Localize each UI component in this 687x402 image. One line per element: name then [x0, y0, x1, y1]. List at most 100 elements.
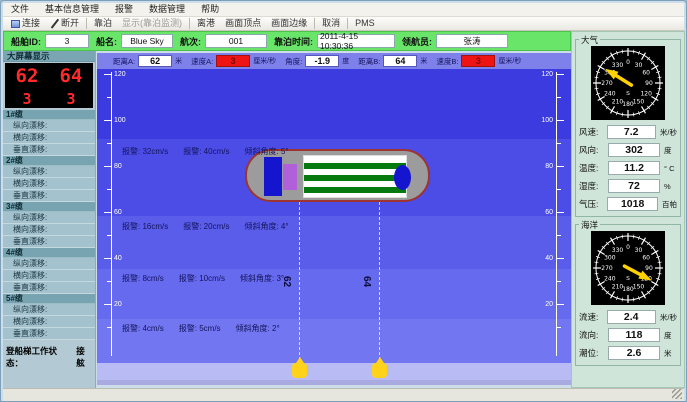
env-group-title: 海洋: [579, 219, 600, 231]
toolbar-separator: [189, 18, 190, 29]
cable-header-5: 5#缆: [3, 294, 95, 304]
env-field-value-box[interactable]: 1018: [607, 197, 658, 211]
readout-value-box[interactable]: 3: [461, 55, 495, 67]
env-field-value-box[interactable]: 7.2: [607, 125, 656, 139]
env-group-title: 大气: [579, 34, 600, 46]
toolbar-button-4[interactable]: 离港: [192, 17, 220, 30]
env-field-0-4: 气压:1018百帕: [576, 195, 680, 213]
info-field-value-box[interactable]: 张涛: [436, 34, 508, 48]
svg-text:150: 150: [633, 283, 645, 290]
info-field-3: 靠泊时间: 2011-4-15 10:30:36: [274, 34, 395, 48]
scale-tick: [557, 74, 564, 75]
svg-text:150: 150: [633, 98, 645, 105]
svg-text:210: 210: [612, 283, 624, 290]
toolbar-button-3: 显示(靠泊监测): [117, 17, 187, 30]
display-distance-a: 62: [16, 65, 39, 87]
readout-value-box[interactable]: -1.9: [305, 55, 339, 67]
cable-drift-row: 横向漂移:: [3, 178, 95, 190]
scale-tick: [104, 120, 111, 121]
env-field-value-box[interactable]: 2.4: [607, 310, 656, 324]
svg-text:330: 330: [612, 247, 624, 254]
resize-grip[interactable]: [672, 389, 682, 399]
alarm-tilt-angle: 倾斜角度: 3°: [240, 273, 284, 284]
scale-tick: [557, 120, 564, 121]
gangway-status: 登船梯工作状态： 接舷: [3, 343, 95, 371]
readout-unit: 度: [342, 56, 349, 66]
env-field-1-1: 流向:118 度: [576, 326, 680, 344]
scale-tick-minor: [107, 189, 111, 190]
env-field-1-2: 潮位:2.6米: [576, 344, 680, 362]
env-field-unit: 米: [664, 348, 672, 359]
alarm-speed-a: 报警: 16cm/s: [122, 221, 168, 232]
readout-label: 距离B:: [358, 56, 380, 67]
scale-tick-minor: [557, 235, 561, 236]
cable-drift-row: 垂直漂移:: [3, 144, 95, 156]
mooring-distance-label: 64: [361, 276, 372, 287]
scale-tick-minor: [557, 281, 561, 282]
scale-label: 80: [114, 163, 122, 171]
cable-header-3: 3#缆: [3, 202, 95, 212]
big-screen-display: 62 64 3 3: [5, 63, 93, 108]
env-field-value-box[interactable]: 302: [608, 143, 660, 157]
env-field-unit: 度: [664, 330, 672, 341]
info-field-label: 靠泊时间:: [274, 35, 313, 48]
svg-text:240: 240: [604, 276, 616, 283]
toolbar-button-label: 离港: [197, 17, 215, 30]
alarm-threshold-line-3: 报警: 4cm/s报警: 5cm/s倾斜角度: 2°: [122, 323, 280, 334]
readout-value-box[interactable]: 64: [383, 55, 417, 67]
readout-value-box[interactable]: 3: [216, 55, 250, 67]
scale-tick: [104, 166, 111, 167]
info-field-value-box[interactable]: Blue Sky: [121, 34, 173, 48]
env-field-label: 流向:: [579, 329, 606, 341]
readout-label: 距离A:: [113, 56, 135, 67]
toolbar-button-6[interactable]: 画面边缘: [266, 17, 312, 30]
scale-label: 120: [538, 71, 553, 79]
toolbar-button-7[interactable]: 取消: [317, 17, 345, 30]
scale-tick-minor: [107, 143, 111, 144]
alarm-speed-b: 报警: 10cm/s: [179, 273, 225, 284]
readout-value-box[interactable]: 62: [138, 55, 172, 67]
readout-label: 速度A:: [191, 56, 213, 67]
env-field-label: 流速:: [579, 311, 605, 323]
alarm-tilt-angle: 倾斜角度: 5°: [244, 146, 288, 157]
menu-item-0[interactable]: 文件: [3, 3, 37, 16]
readout-label: 角度:: [285, 56, 302, 67]
readout-field-2: 角度:-1.9度: [285, 55, 349, 67]
toolbar-button-0[interactable]: 连接: [6, 17, 45, 30]
env-field-unit: 米/秒: [660, 312, 677, 323]
menu-item-4[interactable]: 帮助: [193, 3, 227, 16]
readout-unit: 米: [175, 56, 182, 66]
env-field-value-box[interactable]: 72: [608, 179, 660, 193]
scale-label: 100: [538, 117, 553, 125]
toolbar-button-5[interactable]: 画面顶点: [220, 17, 266, 30]
env-field-value-box[interactable]: 118: [608, 328, 660, 342]
toolbar-button-label: 画面边缘: [271, 17, 307, 30]
info-field-value-box[interactable]: 001: [205, 34, 267, 48]
svg-text:60: 60: [642, 70, 650, 77]
environment-panel: 大气0306090120150180210240270300330S风速:7.2…: [571, 31, 685, 388]
cable-drift-row: 垂直漂移:: [3, 328, 95, 340]
svg-text:90: 90: [645, 80, 653, 87]
menu-item-2[interactable]: 报警: [107, 3, 141, 16]
ship-cargo-deck: [303, 155, 407, 198]
left-panel: 大屏幕显示 62 64 3 3 1#缆纵向漂移:横向漂移:垂直漂移:2#缆纵向漂…: [3, 51, 96, 388]
scale-label: 120: [114, 71, 126, 79]
big-screen-display-header: 大屏幕显示: [3, 51, 95, 62]
env-field-value-box[interactable]: 2.6: [608, 346, 660, 360]
scale-tick: [557, 166, 564, 167]
svg-text:330: 330: [612, 62, 624, 69]
display-distance-b: 64: [60, 65, 83, 87]
menu-item-1[interactable]: 基本信息管理: [37, 3, 107, 16]
env-field-value-box[interactable]: 11.2: [608, 161, 660, 175]
ship-stern-block: [264, 157, 282, 196]
scale-tick: [557, 212, 564, 213]
bollard-pin: [372, 363, 387, 378]
gangway-status-value: 接舷: [76, 345, 92, 369]
info-field-value-box[interactable]: 2011-4-15 10:30:36: [317, 34, 395, 48]
toolbar-button-1[interactable]: 断开: [45, 17, 84, 30]
toolbar-button-2[interactable]: 靠泊: [89, 17, 117, 30]
toolbar-button-label: 取消: [322, 17, 340, 30]
toolbar-button-8[interactable]: PMS: [350, 17, 380, 30]
info-field-value-box[interactable]: 3: [45, 34, 89, 48]
menu-item-3[interactable]: 数据管理: [141, 3, 193, 16]
